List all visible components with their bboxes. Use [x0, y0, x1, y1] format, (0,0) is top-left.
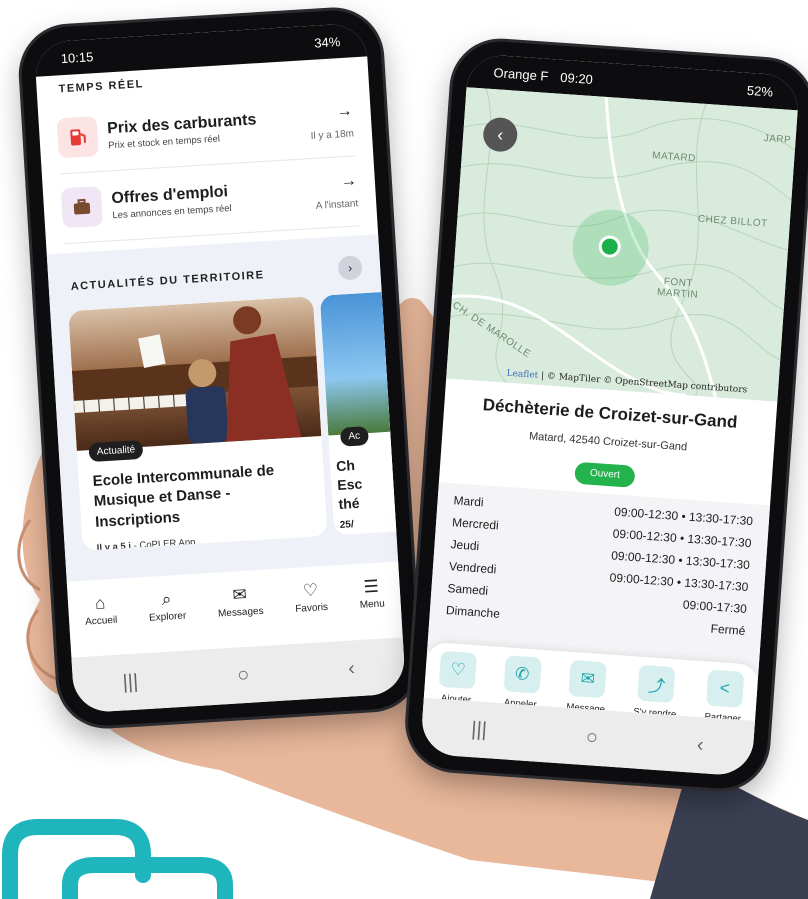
back-button[interactable]: ‹ — [696, 733, 704, 756]
call-button[interactable]: ✆Appeler — [502, 655, 542, 711]
mail-icon: ✉ — [231, 584, 248, 605]
right-phone: Orange F 09:20 52% ‹ MATARD CHEZ BILLOT … — [404, 38, 808, 792]
tab-favoris[interactable]: ♡ Favoris — [294, 579, 329, 615]
search-icon: ⌕ — [161, 588, 172, 609]
hours-day: Dimanche — [445, 603, 501, 621]
menu-icon: ☰ — [362, 576, 380, 597]
realtime-item-time: A l'instant — [315, 197, 359, 212]
heart-icon: ♡ — [438, 650, 478, 690]
map-view[interactable]: ‹ MATARD CHEZ BILLOT FONT MARTIN JARP CH… — [446, 87, 798, 402]
news-badge: Actualité — [88, 439, 144, 463]
right-phone-screen: Orange F 09:20 52% ‹ MATARD CHEZ BILLOT … — [419, 53, 801, 777]
hours-day: Mardi — [453, 493, 485, 510]
status-carrier: Orange F — [493, 64, 549, 84]
hours-day: Vendredi — [448, 559, 497, 577]
map-label: JARP — [763, 133, 792, 146]
heart-icon: ♡ — [302, 579, 319, 600]
add-favorite-button[interactable]: ♡Ajouter — [438, 650, 478, 706]
news-card[interactable]: Actualité Ecole Intercommunale de Musiqu… — [68, 296, 328, 551]
recents-button[interactable]: ||| — [471, 718, 488, 742]
news-badge: Ac — [339, 426, 369, 447]
status-time: 09:20 — [559, 69, 594, 87]
realtime-item-time: Il y a 18m — [310, 127, 355, 142]
tab-label: Accueil — [84, 614, 118, 628]
hours-time: 09:00-17:30 — [682, 597, 748, 616]
fuel-pump-icon — [56, 116, 99, 159]
briefcase-icon — [60, 185, 104, 229]
leaflet-link[interactable]: Leaflet — [506, 369, 538, 381]
tab-label: Explorer — [148, 610, 187, 624]
system-nav-bar: ||| ○ ‹ — [71, 637, 407, 714]
arrow-right-icon: → — [336, 101, 354, 120]
brand-logo — [2, 819, 233, 899]
news-card[interactable]: Ac Ch Esc thé 25/ — [319, 290, 407, 536]
home-button[interactable]: ○ — [585, 726, 599, 750]
tab-label: Menu — [359, 597, 386, 611]
status-bar: 10:15 34% — [33, 22, 368, 77]
arrow-right-icon: → — [340, 171, 358, 190]
home-button[interactable]: ○ — [236, 663, 249, 687]
tab-label: Messages — [217, 605, 264, 620]
phone-icon: ✆ — [503, 655, 542, 694]
hours-time: Fermé — [710, 621, 746, 638]
tab-accueil[interactable]: ⌂ Accueil — [83, 592, 118, 628]
status-time: 10:15 — [60, 48, 94, 66]
share-icon: < — [705, 669, 744, 708]
tab-menu[interactable]: ☰ Menu — [358, 576, 385, 610]
tab-messages[interactable]: ✉ Messages — [216, 583, 264, 619]
back-button[interactable]: ‹ — [348, 657, 356, 680]
recents-button[interactable]: ||| — [122, 670, 139, 694]
tab-explorer[interactable]: ⌕ Explorer — [147, 588, 187, 624]
mail-icon: ✉ — [568, 659, 607, 699]
hours-day: Samedi — [447, 581, 489, 598]
hours-day: Mercredi — [451, 515, 500, 533]
news-image: Actualité — [68, 296, 322, 463]
left-phone: 10:15 34% TEMPS RÉEL Prix des carburants… — [18, 7, 422, 729]
battery-level: 34% — [313, 33, 341, 51]
battery-level: 52% — [746, 82, 774, 100]
section-title-realtime: TEMPS RÉEL — [58, 78, 145, 96]
map-label: FONT MARTIN — [656, 276, 699, 301]
share-button[interactable]: <Partager — [704, 669, 744, 725]
hours-day: Jeudi — [450, 537, 480, 554]
left-phone-screen: 10:15 34% TEMPS RÉEL Prix des carburants… — [33, 22, 407, 714]
status-badge: Ouvert — [574, 461, 636, 488]
tab-label: Favoris — [294, 601, 329, 615]
route-icon: ⤴ — [637, 664, 676, 704]
message-button[interactable]: ✉Message — [566, 659, 608, 715]
home-icon: ⌂ — [94, 592, 106, 613]
